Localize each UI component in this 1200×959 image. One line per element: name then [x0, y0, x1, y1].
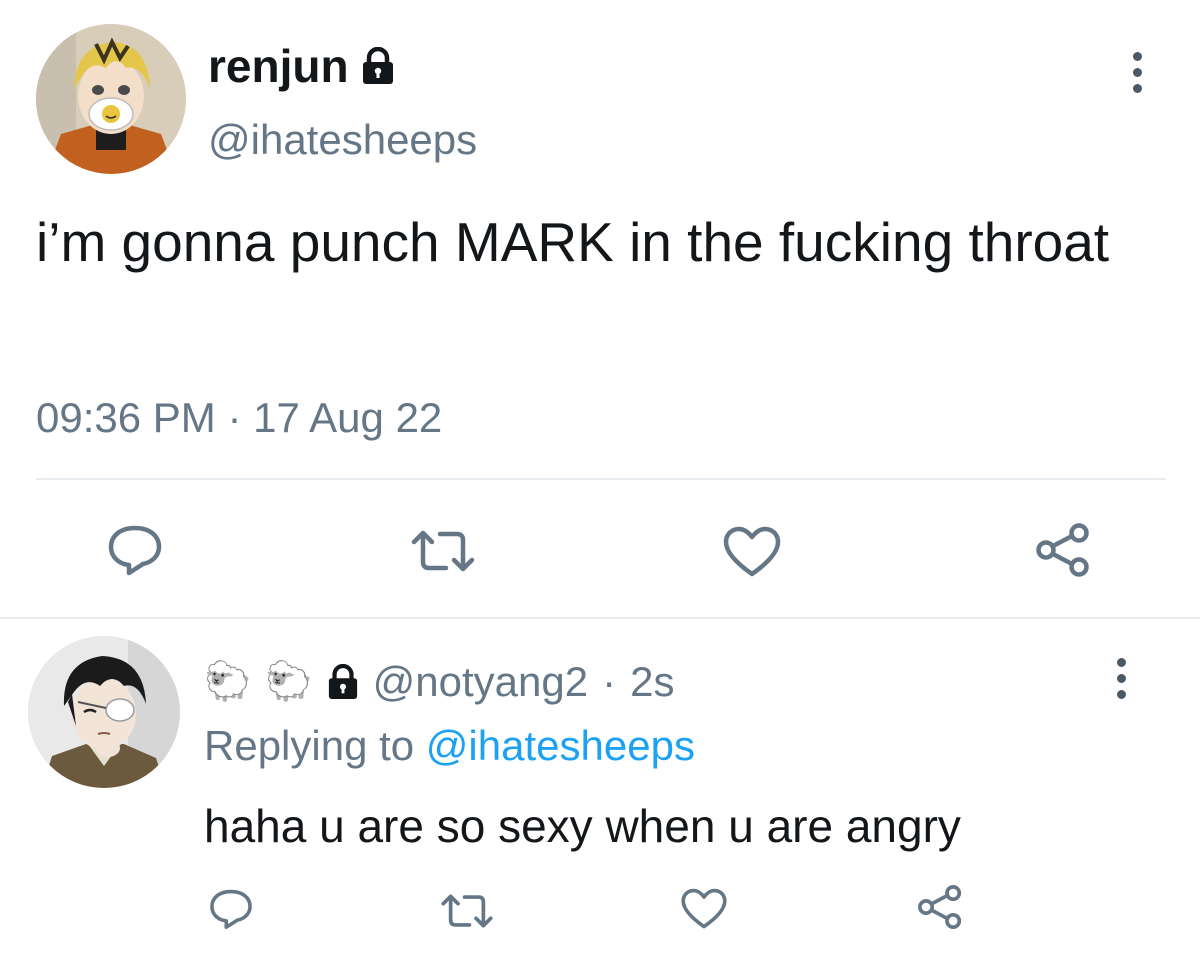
- reply-handle[interactable]: @notyang2: [373, 658, 588, 706]
- reply-icon[interactable]: [106, 524, 164, 576]
- avatar-image: [36, 24, 186, 174]
- avatar-image: [28, 636, 180, 788]
- divider: [0, 617, 1200, 619]
- replying-to: Replying to @ihatesheeps: [204, 718, 695, 774]
- reply-header: 🐑 🐑 @notyang2 · 2s: [204, 652, 674, 712]
- sheep-emoji[interactable]: 🐑: [204, 663, 251, 701]
- more-options-icon[interactable]: [1106, 648, 1136, 708]
- avatar[interactable]: [36, 24, 186, 174]
- reply-icon[interactable]: [208, 888, 254, 930]
- reply-text: haha u are so sexy when u are angry: [204, 800, 961, 852]
- tweet-timestamp[interactable]: 09:36 PM · 17 Aug 22: [36, 390, 442, 446]
- reply-avatar[interactable]: [28, 636, 180, 788]
- divider: [36, 478, 1166, 480]
- lock-icon: [361, 47, 395, 85]
- share-icon[interactable]: [916, 884, 964, 930]
- like-icon[interactable]: [722, 526, 782, 578]
- share-icon[interactable]: [1034, 522, 1092, 578]
- tweet-text: i’m gonna punch MARK in the fucking thro…: [36, 211, 1110, 273]
- reply-time[interactable]: 2s: [630, 658, 674, 706]
- retweet-icon[interactable]: [410, 528, 476, 574]
- lock-icon: [327, 664, 359, 700]
- retweet-icon[interactable]: [440, 892, 494, 930]
- sheep-emoji[interactable]: 🐑: [265, 663, 312, 701]
- replying-mention[interactable]: @ihatesheeps: [426, 722, 695, 769]
- replying-prefix: Replying to: [204, 722, 415, 769]
- user-handle[interactable]: @ihatesheeps: [208, 112, 477, 168]
- display-name-row[interactable]: renjun: [208, 36, 395, 96]
- like-icon[interactable]: [680, 888, 728, 930]
- time-separator: ·: [602, 658, 617, 705]
- display-name[interactable]: renjun: [208, 36, 349, 96]
- more-options-icon[interactable]: [1122, 42, 1152, 102]
